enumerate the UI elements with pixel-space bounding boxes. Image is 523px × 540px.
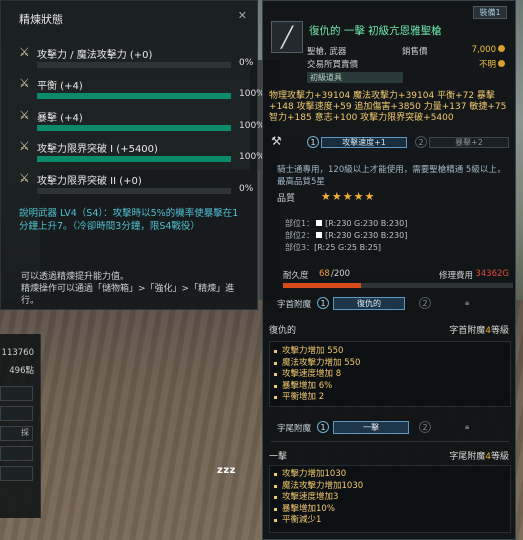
suffix-enchant-row: 字尾附魔 1 一擊 2 🔒︎ — [277, 421, 470, 434]
side-button[interactable]: 採 — [0, 426, 33, 441]
repair-label: 修理費用 — [438, 271, 473, 281]
market-price: 不明 — [479, 58, 505, 70]
durability-max: /200 — [331, 269, 351, 279]
suffix-name: 一擊 — [269, 452, 288, 462]
refine-progress-bar — [37, 188, 231, 194]
sell-price-label: 銷售價 — [402, 47, 428, 57]
side-button[interactable] — [0, 446, 33, 461]
lock-icon: 🔒︎ — [465, 298, 470, 307]
item-info-row: 聖槍, 武器 銷售價 7,000 — [307, 45, 505, 57]
side-button[interactable] — [0, 386, 33, 401]
effect-item: 攻擊力增加1030 — [270, 469, 510, 481]
refine-stat: ⚔ 攻擊力限界突破 II (+0) 0% — [19, 171, 254, 203]
refine-stat: ⚔ 暴擊 (+4) 100% — [19, 108, 265, 140]
sword-icon: ⚔ — [19, 108, 30, 122]
refine-percent: 100% — [239, 89, 265, 99]
effect-item: 魔法攻擊力增加 550 — [270, 358, 510, 370]
refine-progress-bar — [37, 62, 231, 68]
sword-icon: ⚔ — [19, 45, 30, 59]
refine-status-panel: 精煉狀態 ✕ ⚔ 攻擊力 / 魔法攻擊力 (+0) 0% ⚔ 平衡 (+4) 1… — [0, 0, 265, 310]
item-tooltip-panel: 裝備1 ╱ 復仇的 一擊 初級亢恩雅聖槍 聖槍, 武器 銷售價 7,000 交易… — [262, 0, 516, 540]
side-button[interactable] — [0, 466, 33, 481]
color-part: 部位3：[R:25 G:25 B:25] — [285, 243, 382, 252]
gold-coin-icon — [498, 60, 505, 67]
effect-item: 魔法攻擊力增加1030 — [270, 481, 510, 493]
side-button[interactable] — [0, 406, 33, 421]
prefix-enchant-row: 字首附魔 1 復仇的 2 🔒︎ — [277, 297, 470, 310]
refine-progress-bar — [37, 93, 231, 99]
durability-row: 耐久度 68 /200 修理費用 34362G — [269, 269, 511, 281]
refine-percent: 100% — [239, 152, 265, 162]
prefix-enchant-button[interactable]: 復仇的 — [333, 297, 405, 310]
refine-stat: ⚔ 攻擊力限界突破 I (+5400) 100% — [19, 139, 265, 171]
durability-label: 耐久度 — [283, 271, 309, 281]
enhance-step[interactable]: 1 攻擊速度+1 — [307, 136, 407, 150]
refine-stat-label: 平衡 (+4) — [37, 81, 83, 92]
lock-icon: 🔒︎ — [465, 422, 470, 431]
effect-item: 暴擊增加10% — [270, 504, 510, 516]
refine-percent: 0% — [239, 184, 254, 194]
suffix-enchant-label: 字尾附魔 — [277, 424, 312, 434]
prefix-section-header: 復仇的 字首附魔4等級 — [269, 326, 509, 336]
refine-percent: 0% — [239, 58, 254, 68]
repair-cost: 34362G — [475, 269, 509, 279]
refine-progress-bar — [37, 125, 231, 131]
prefix-effects: 攻擊力增加 550 魔法攻擊力增加 550 攻擊速度增加 8 暴擊增加 6% 平… — [269, 341, 511, 407]
sleep-indicator: zzz — [217, 465, 236, 476]
market-price-label: 交易所買賣價 — [307, 60, 359, 70]
refine-stat-label: 攻擊力限界突破 I (+5400) — [37, 144, 158, 155]
pickaxe-icon: ⚒ — [271, 134, 282, 148]
refine-progress-bar — [37, 156, 231, 162]
effect-item: 平衡減少1 — [270, 515, 510, 527]
suffix-enchant-button[interactable]: 一擊 — [333, 421, 409, 434]
effect-item: 平衡增加 2 — [270, 392, 510, 404]
color-part: 部位1： [R:230 G:230 B:230] — [285, 219, 408, 228]
sword-icon: ⚔ — [19, 76, 30, 90]
spear-icon: ╱ — [271, 21, 303, 53]
color-part: 部位2： [R:230 G:230 B:230] — [285, 231, 408, 240]
equip-slot-button[interactable]: 裝備1 — [473, 6, 507, 19]
refine-stat: ⚔ 平衡 (+4) 100% — [19, 76, 265, 108]
sell-price: 7,000 — [472, 45, 505, 55]
durability-bar — [283, 283, 513, 288]
refine-note: 可以透過精煉提升能力值。 精煉操作可以通過「儲物箱」>「強化」>「精煉」進行。 — [21, 272, 235, 306]
refine-stat-label: 攻擊力 / 魔法攻擊力 (+0) — [37, 50, 153, 61]
refine-percent: 100% — [239, 121, 265, 131]
item-info-row: 交易所買賣價 不明 — [307, 58, 505, 70]
color-swatch — [316, 220, 323, 226]
refine-stat: ⚔ 攻擊力 / 魔法攻擊力 (+0) 0% — [19, 45, 254, 77]
suffix-section-header: 一擊 字尾附魔4等級 — [269, 452, 509, 462]
item-name: 復仇的 一擊 初級亢恩雅聖槍 — [309, 25, 442, 37]
prefix-name: 復仇的 — [269, 326, 297, 336]
effect-item: 攻擊力增加 550 — [270, 346, 510, 358]
requirement-text: 騎士通專用，120級以上才能使用，需要聖槍精通 5級以上，最高品質5星 — [277, 165, 506, 187]
color-swatch — [316, 232, 323, 238]
points-value: 496點 — [9, 366, 34, 376]
suffix-effects: 攻擊力增加1030 魔法攻擊力增加1030 攻擊速度增加3 暴擊增加10% 平衡… — [269, 465, 511, 533]
item-type: 聖槍, 武器 — [307, 47, 347, 57]
item-grade-tag: 初級道具 — [307, 72, 403, 83]
quality-label: 品質 — [277, 194, 296, 204]
effect-item: 暴擊增加 6% — [270, 381, 510, 393]
refine-stat-label: 暴擊 (+4) — [37, 113, 83, 124]
durability-value: 68 — [319, 269, 330, 279]
divider — [271, 441, 509, 442]
quality-stars: ★★★★★ — [321, 190, 376, 203]
sword-icon: ⚔ — [19, 139, 30, 153]
prefix-enchant-label: 字首附魔 — [277, 300, 312, 310]
enhance-step[interactable]: 2 暴擊+2 — [415, 136, 511, 150]
lower-left-panel: 113760 496點 採 — [0, 334, 41, 518]
refine-stat-label: 攻擊力限界突破 II (+0) — [37, 176, 142, 187]
close-icon[interactable]: ✕ — [238, 9, 247, 22]
gold-coin-icon — [498, 45, 505, 52]
currency-value: 113760 — [1, 348, 34, 358]
panel-title: 精煉狀態 — [19, 13, 63, 26]
refine-description: 說明武器 LV4（S4）：攻擊時以5%的機率使暴擊在1分鐘上升7。（冷卻時間3分… — [19, 208, 239, 232]
effect-item: 攻擊速度增加 8 — [270, 369, 510, 381]
item-stats: 物理攻擊力+39104 魔法攻擊力+39104 平衡+72 暴擊+148 攻擊速… — [269, 91, 507, 123]
sword-icon: ⚔ — [19, 171, 30, 185]
effect-item: 攻擊速度增加3 — [270, 492, 510, 504]
